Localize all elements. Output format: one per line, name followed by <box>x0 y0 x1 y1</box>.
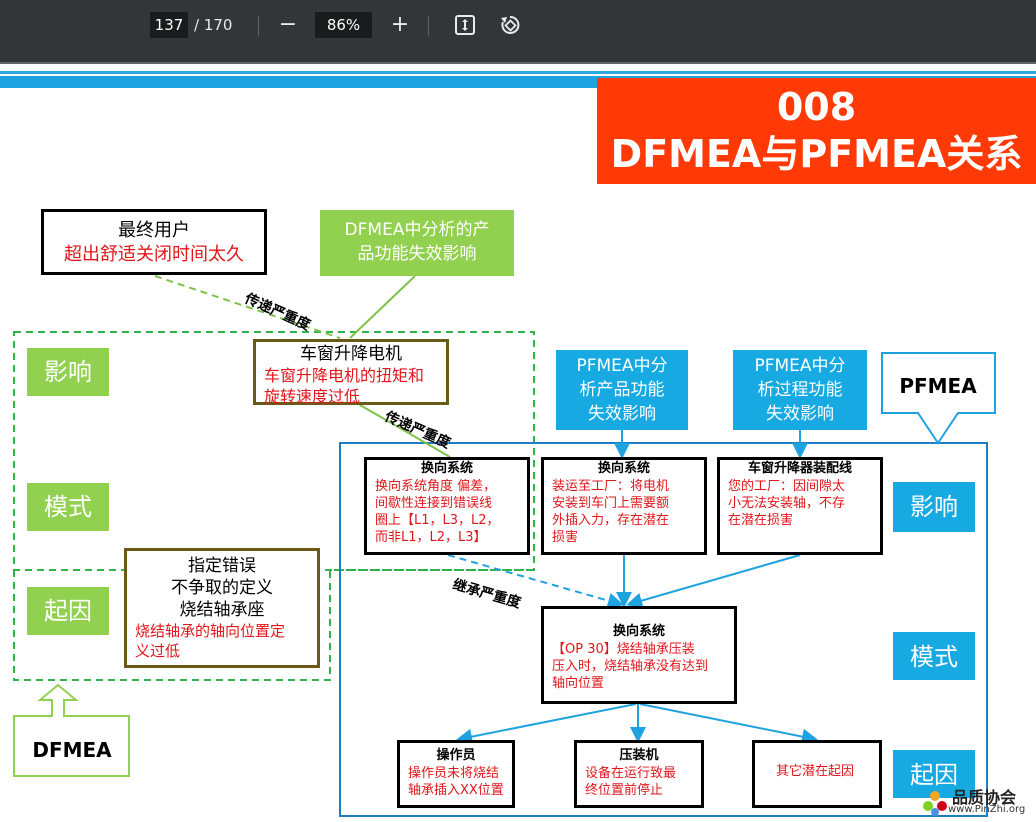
dfmea-func-line1: DFMEA中分析的产 <box>344 220 490 240</box>
end-user-title: 最终用户 <box>118 220 190 241</box>
other-cause-box: 其它潜在起因 <box>752 740 882 808</box>
end-user-text: 超出舒适关闭时间太久 <box>64 244 244 265</box>
left-cause-label: 起因 <box>27 587 109 635</box>
spec-line1: 指定错误 <box>188 556 256 576</box>
box5-title: 操作员 <box>436 748 476 763</box>
pfmea-prod-line1: PFMEA中分 <box>576 356 668 376</box>
left-mode-label: 模式 <box>27 483 109 531</box>
box2-line3: 外插入力，存在潜在 <box>552 513 670 528</box>
pdf-viewer: 137 / 170 − 86% + 008 DFMEA与PFMEA关系 最终用户… <box>0 0 1036 822</box>
pfmea-callout: PFMEA <box>899 374 977 398</box>
dfmea-func-line2: 品功能失效影响 <box>357 244 477 264</box>
motor-box: 车窗升降电机 车窗升降电机的扭矩和 旋转速度过低 <box>253 339 449 406</box>
cause-arrow-3 <box>639 703 818 745</box>
box7-line1: 其它潜在起因 <box>775 764 854 779</box>
motor-title: 车窗升降电机 <box>300 344 402 364</box>
title-number: 008 <box>776 85 857 129</box>
box3-arrow <box>626 554 801 609</box>
box5-line2: 轴承插入XX位置 <box>408 783 504 798</box>
box1-title: 换向系统 <box>420 461 473 476</box>
spec-line3: 烧结轴承座 <box>179 600 265 620</box>
left-effect-label: 影响 <box>27 348 109 396</box>
box2-title: 换向系统 <box>597 461 650 476</box>
pfmea-proc-line2: 析过程功能 <box>757 380 843 400</box>
box1-line2: 间歇性连接到错误线 <box>375 496 493 511</box>
spec-box: 指定错误 不争取的定义 烧结轴承座 烧结轴承的轴向位置定 义过低 <box>124 548 320 668</box>
pfmea-prod-line3: 失效影响 <box>588 404 656 424</box>
pfmea-proc-line1: PFMEA中分 <box>754 356 846 376</box>
box6-line1: 设备在运行致最 <box>585 766 677 781</box>
func-line <box>349 275 416 339</box>
box2-line4: 损害 <box>552 530 579 545</box>
box2-line2: 安装到车门上需要额 <box>552 496 670 511</box>
spec-red2: 义过低 <box>135 642 181 660</box>
right-mode-label: 模式 <box>893 632 975 680</box>
title-text: DFMEA与PFMEA关系 <box>610 132 1023 176</box>
operator-cause-box: 操作员 操作员未将烧结 轴承插入XX位置 <box>397 740 515 808</box>
box3-title: 车窗升降器装配线 <box>747 461 852 476</box>
brand-logo-icon <box>923 791 947 816</box>
box1-line3: 圈上【L1，L3，L2， <box>375 513 500 528</box>
box3-line1: 您的工厂：因间隙太 <box>728 479 846 494</box>
box6-line2: 终位置前停止 <box>585 783 664 798</box>
pfmea-prod-line2: 析产品功能 <box>579 380 665 400</box>
pfmea-product-box: PFMEA中分 析产品功能 失效影响 <box>556 350 688 430</box>
press-cause-box: 压装机 设备在运行致最 终位置前停止 <box>574 740 704 808</box>
box2-line1: 装运至工厂：将电机 <box>552 479 670 494</box>
box1-line1: 换向系统角度 偏差， <box>375 479 497 494</box>
dfmea-function-box: DFMEA中分析的产 品功能失效影响 <box>320 210 514 276</box>
failure-mode-box: 换向系统 【OP 30】烧结轴承压装 压入时，烧结轴承没有达到 轴向位置 <box>541 606 737 704</box>
end-user-box: 最终用户 超出舒适关闭时间太久 <box>41 209 267 275</box>
box3-line3: 在潜在损害 <box>728 513 794 528</box>
brand-url: www.PinZhi.org <box>948 804 1026 815</box>
watermark-brand: 品质协会 www.PinZhi.org <box>920 784 1030 820</box>
pfmea-proc-line3: 失效影响 <box>766 404 834 424</box>
motor-line2: 旋转速度过低 <box>264 387 361 406</box>
assembly-line-effect-box: 车窗升降器装配线 您的工厂：因间隙太 小无法安装轴，不存 在潜在损害 <box>717 457 883 555</box>
cause-arrow-1 <box>456 703 637 745</box>
box1-line4: 而非L1，L2，L3】 <box>375 530 487 545</box>
dfmea-callout: DFMEA <box>32 738 112 762</box>
shipping-effect-box: 换向系统 装运至工厂：将电机 安装到车门上需要额 外插入力，存在潜在 损害 <box>541 457 707 555</box>
box5-line1: 操作员未将烧结 <box>408 766 500 781</box>
box4-line3: 轴向位置 <box>552 676 605 691</box>
motor-line1: 车窗升降电机的扭矩和 <box>264 366 425 385</box>
box4-title: 换向系统 <box>612 624 665 639</box>
box4-line1: 【OP 30】烧结轴承压装 <box>552 642 695 657</box>
slide-title: 008 DFMEA与PFMEA关系 <box>597 78 1036 184</box>
spec-line2: 不争取的定义 <box>171 578 273 598</box>
box4-line2: 压入时，烧结轴承没有达到 <box>552 659 709 674</box>
pfmea-process-box: PFMEA中分 析过程功能 失效影响 <box>733 350 867 430</box>
commutation-effect-box: 换向系统 换向系统角度 偏差， 间歇性连接到错误线 圈上【L1，L3，L2， 而… <box>364 457 530 555</box>
spec-red1: 烧结轴承的轴向位置定 <box>135 622 286 640</box>
right-effect-label: 影响 <box>893 482 975 532</box>
box6-title: 压装机 <box>619 748 659 763</box>
box3-line2: 小无法安装轴，不存 <box>728 496 846 511</box>
